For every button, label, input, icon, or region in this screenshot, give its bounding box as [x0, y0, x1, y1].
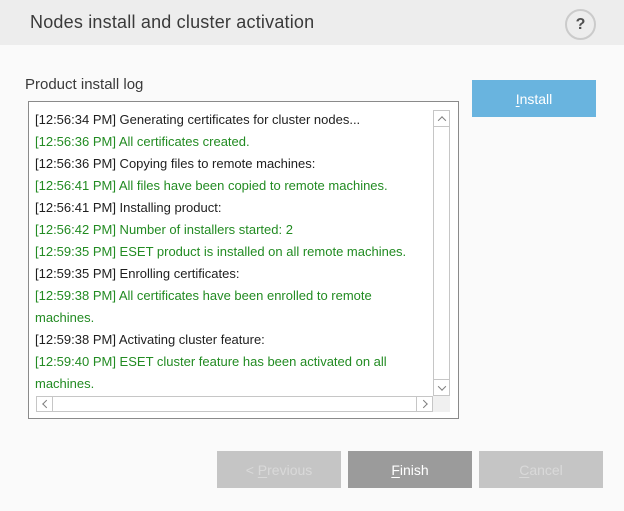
log-line: [12:56:34 PM] Generating certificates fo…: [35, 109, 434, 131]
log-lines-container: [12:56:34 PM] Generating certificates fo…: [35, 109, 434, 395]
chevron-down-icon: [437, 382, 445, 390]
previous-button-prefix: <: [246, 462, 258, 478]
log-line: [12:56:42 PM] Number of installers start…: [35, 219, 434, 241]
log-line: [12:56:41 PM] All files have been copied…: [35, 175, 434, 197]
log-line: [12:56:36 PM] All certificates created.: [35, 131, 434, 153]
log-line: [12:59:38 PM] All certificates have been…: [35, 285, 434, 329]
wizard-dialog: Nodes install and cluster activation ? P…: [0, 0, 624, 511]
vertical-scrollbar[interactable]: [433, 110, 450, 396]
product-install-log-listbox[interactable]: [12:56:34 PM] Generating certificates fo…: [28, 101, 459, 419]
finish-button-accel: F: [391, 462, 400, 478]
chevron-right-icon: [419, 400, 427, 408]
scroll-right-button[interactable]: [416, 397, 432, 411]
cancel-button-label: ancel: [529, 462, 562, 478]
chevron-up-icon: [437, 116, 445, 124]
previous-button[interactable]: < Previous: [217, 451, 341, 488]
dialog-header: Nodes install and cluster activation ?: [0, 0, 624, 45]
log-line: [12:59:40 PM] ESET cluster feature has b…: [35, 351, 434, 395]
cancel-button-accel: C: [519, 462, 529, 478]
page-title: Nodes install and cluster activation: [30, 0, 314, 45]
scrollbar-corner: [433, 396, 450, 412]
install-button-label: nstall: [520, 91, 553, 107]
finish-button-label: inish: [400, 462, 429, 478]
horizontal-scrollbar-thumb[interactable]: [53, 397, 416, 411]
horizontal-scrollbar[interactable]: [36, 396, 433, 412]
previous-button-label: revious: [267, 462, 312, 478]
log-line: [12:56:36 PM] Copying files to remote ma…: [35, 153, 434, 175]
log-line: [12:59:38 PM] Activating cluster feature…: [35, 329, 434, 351]
log-section-label: Product install log: [25, 76, 143, 93]
log-line: [12:56:41 PM] Installing product:: [35, 197, 434, 219]
scroll-down-button[interactable]: [434, 379, 449, 395]
cancel-button[interactable]: Cancel: [479, 451, 603, 488]
help-icon[interactable]: ?: [565, 9, 596, 40]
previous-button-accel: P: [258, 462, 267, 478]
chevron-left-icon: [42, 400, 50, 408]
log-line: [12:59:35 PM] Enrolling certificates:: [35, 263, 434, 285]
log-line: [12:59:35 PM] ESET product is installed …: [35, 241, 434, 263]
scroll-left-button[interactable]: [37, 397, 53, 411]
vertical-scrollbar-thumb[interactable]: [434, 127, 449, 379]
finish-button[interactable]: Finish: [348, 451, 472, 488]
install-button[interactable]: Install: [472, 80, 596, 117]
scroll-up-button[interactable]: [434, 111, 449, 127]
